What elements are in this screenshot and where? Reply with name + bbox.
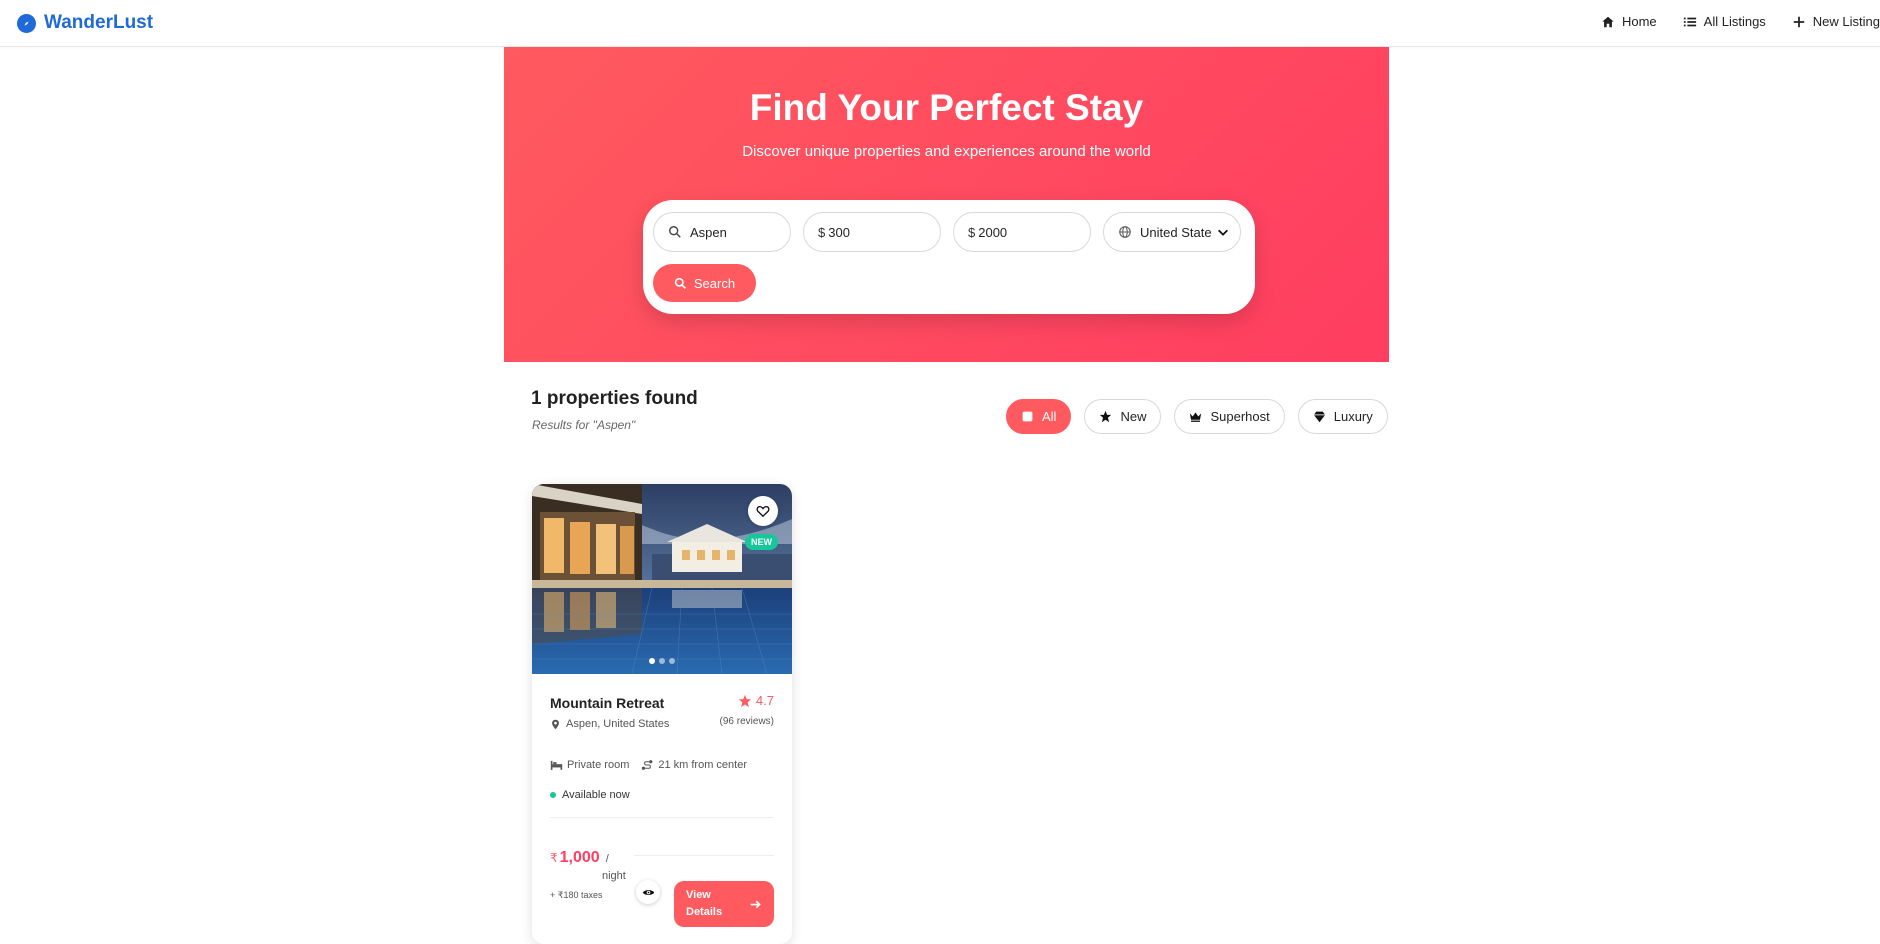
search-icon <box>674 277 686 289</box>
chevron-down-icon <box>1218 229 1228 236</box>
heart-icon <box>756 505 770 518</box>
new-badge: NEW <box>745 534 778 550</box>
filter-all-chip[interactable]: All <box>1006 399 1072 434</box>
review-count: (96 reviews) <box>719 716 774 727</box>
currency-symbol: ₹ <box>550 851 558 865</box>
view-details-button[interactable]: View Details <box>674 881 774 927</box>
nav-home-label: Home <box>1621 14 1657 29</box>
favorite-button[interactable] <box>748 496 778 526</box>
listing-meta: Private room 21 km from center <box>550 759 747 771</box>
listing-title[interactable]: Mountain Retreat <box>550 695 664 711</box>
route-icon <box>642 760 653 770</box>
listing-image[interactable]: NEW <box>532 484 792 674</box>
nav-home-link[interactable]: Home <box>1601 14 1657 29</box>
availability-status: Available now <box>550 789 630 801</box>
status-dot-icon <box>550 792 556 798</box>
price-taxes: + ₹180 taxes <box>550 890 603 900</box>
distance-text: 21 km from center <box>658 759 747 771</box>
price-amount: 1,000 <box>559 849 600 866</box>
min-price-input[interactable]: $ 300 <box>803 212 941 252</box>
country-select[interactable]: United State <box>1103 212 1241 252</box>
star-icon <box>1100 410 1112 423</box>
filter-chips: All New Superhost Luxury <box>1006 399 1388 434</box>
divider <box>634 855 774 856</box>
dollar-icon: $ <box>818 224 826 240</box>
search-button[interactable]: Search <box>653 264 756 302</box>
min-price-value: 300 <box>828 224 850 240</box>
hero-title: Find Your Perfect Stay <box>749 87 1144 128</box>
search-button-label: Search <box>693 275 736 291</box>
listing-rating: 4.7 <box>738 693 774 708</box>
star-icon <box>738 694 752 707</box>
map-pin-icon <box>552 719 559 729</box>
navbar: WanderLust Home All Listings New Listing <box>0 0 1880 47</box>
view-details-label: View Details <box>686 889 723 918</box>
listing-card[interactable]: NEW Mountain Retreat Aspen, United State… <box>532 484 792 944</box>
crown-icon <box>1190 412 1202 422</box>
brand-logo-link[interactable]: WanderLust <box>17 12 153 34</box>
arrow-right-icon <box>750 900 761 908</box>
room-type-text: Private room <box>567 759 630 771</box>
image-carousel-dots <box>532 658 792 664</box>
availability-text: Available now <box>562 789 630 801</box>
hero-banner: Find Your Perfect Stay Discover unique p… <box>504 47 1389 362</box>
results-query-subtitle: Results for "Aspen" <box>532 418 636 432</box>
results-count-title: 1 properties found <box>531 388 698 409</box>
hero-subtitle: Discover unique properties and experienc… <box>742 143 1151 160</box>
distance: 21 km from center <box>641 759 747 771</box>
globe-icon <box>1119 226 1131 238</box>
listing-location-text: Aspen, United States <box>566 718 670 730</box>
listing-price: ₹ 1,000 / <box>550 849 609 867</box>
search-form: Aspen $ 300 $ 2000 United State Search <box>643 200 1255 314</box>
dollar-icon: $ <box>968 224 976 240</box>
divider <box>550 817 774 818</box>
price-unit: night <box>602 870 626 882</box>
location-search-input[interactable]: Aspen <box>653 212 791 252</box>
location-value: Aspen <box>690 224 727 240</box>
filter-superhost-chip[interactable]: Superhost <box>1174 399 1285 434</box>
carousel-dot[interactable] <box>669 658 675 664</box>
max-price-value: 2000 <box>978 224 1008 240</box>
max-price-input[interactable]: $ 2000 <box>953 212 1091 252</box>
carousel-dot[interactable] <box>659 658 665 664</box>
carousel-dot[interactable] <box>649 658 655 664</box>
quick-view-button[interactable] <box>636 880 660 904</box>
filter-luxury-label: Luxury <box>1333 409 1373 424</box>
listing-location: Aspen, United States <box>550 718 669 730</box>
nav-links: Home All Listings New Listing <box>1575 14 1880 29</box>
room-type: Private room <box>550 759 629 771</box>
home-icon <box>1602 16 1614 27</box>
filter-new-chip[interactable]: New <box>1084 399 1162 434</box>
nav-new-listing-label: New Listing <box>1812 14 1880 29</box>
filter-superhost-label: Superhost <box>1210 409 1270 424</box>
grid-square-icon <box>1022 411 1033 422</box>
price-per: / <box>605 853 609 865</box>
filter-luxury-chip[interactable]: Luxury <box>1297 399 1388 434</box>
nav-all-listings-label: All Listings <box>1703 14 1766 29</box>
country-selected-value: United State <box>1140 224 1212 240</box>
brand-name: WanderLust <box>44 12 154 33</box>
diamond-icon <box>1313 411 1325 423</box>
rating-value: 4.7 <box>755 693 774 708</box>
compass-icon <box>17 13 36 33</box>
bed-icon <box>550 760 563 770</box>
nav-new-listing-link[interactable]: New Listing <box>1792 14 1880 29</box>
list-icon <box>1683 17 1696 26</box>
nav-all-listings-link[interactable]: All Listings <box>1683 14 1766 29</box>
plus-icon <box>1793 16 1805 27</box>
filter-new-label: New <box>1120 409 1147 424</box>
filter-all-label: All <box>1042 409 1057 424</box>
eye-icon <box>642 889 654 895</box>
search-icon <box>669 226 681 238</box>
